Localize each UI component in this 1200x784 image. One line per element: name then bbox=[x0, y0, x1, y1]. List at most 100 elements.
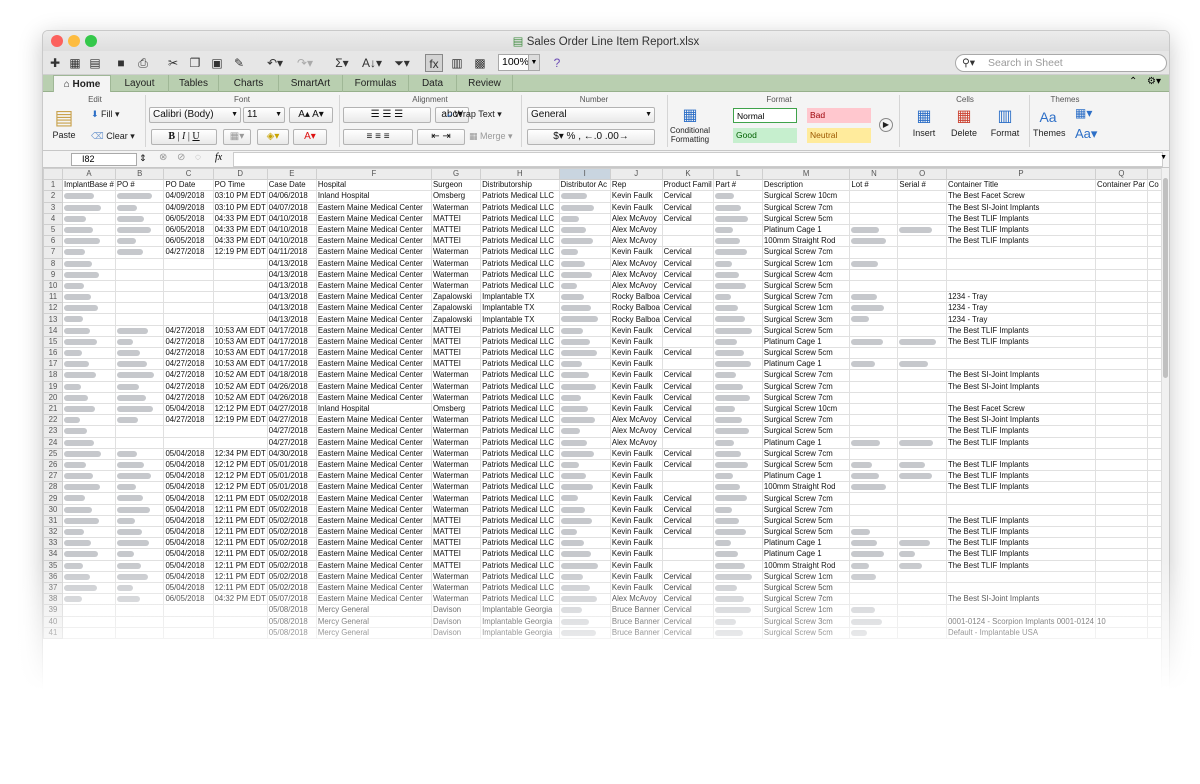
cell[interactable] bbox=[558, 335, 611, 349]
row-number[interactable]: 20 bbox=[43, 391, 64, 404]
cell[interactable] bbox=[897, 525, 947, 539]
cell[interactable]: Patriots Medical LLC bbox=[480, 391, 560, 404]
cell[interactable]: Kevin Faulk bbox=[609, 492, 663, 505]
expand-formula-icon[interactable]: ▼ bbox=[1160, 154, 1167, 161]
cell[interactable] bbox=[713, 324, 763, 337]
cell[interactable] bbox=[945, 570, 1097, 583]
cell[interactable]: Implantable Georgia bbox=[480, 615, 560, 628]
cell[interactable]: 12:12 PM EDT bbox=[212, 481, 268, 494]
cell[interactable] bbox=[558, 425, 611, 438]
cell[interactable] bbox=[114, 425, 165, 438]
cell[interactable]: 12:12 PM EDT bbox=[212, 470, 268, 483]
cell[interactable]: 05/08/2018 bbox=[266, 626, 317, 639]
cell[interactable]: Inland Hospital bbox=[315, 402, 432, 416]
cell[interactable]: 04/17/2018 bbox=[266, 358, 317, 371]
cell[interactable] bbox=[62, 391, 116, 404]
cell[interactable]: Alex McAvoy bbox=[609, 257, 663, 270]
cell[interactable] bbox=[558, 212, 611, 225]
cell[interactable] bbox=[114, 503, 165, 516]
borders-icon[interactable]: ▦▾ bbox=[223, 129, 251, 145]
cell[interactable]: Kevin Faulk bbox=[609, 503, 663, 516]
cell[interactable]: Kevin Faulk bbox=[609, 391, 663, 404]
cell[interactable] bbox=[1095, 470, 1148, 483]
row-number[interactable]: 30 bbox=[43, 503, 64, 516]
cancel-entry-icon[interactable]: ⊗ bbox=[159, 152, 167, 163]
cell[interactable]: Cervical bbox=[661, 604, 715, 617]
cell[interactable] bbox=[558, 559, 611, 572]
formula-options-icon[interactable]: ◌ bbox=[195, 152, 201, 163]
cell[interactable]: 12:11 PM EDT bbox=[212, 492, 268, 505]
cell[interactable] bbox=[849, 559, 899, 572]
cell[interactable]: Kevin Faulk bbox=[609, 346, 663, 360]
cell[interactable]: Surgical Screw 5cm bbox=[761, 458, 851, 472]
cell[interactable] bbox=[114, 414, 165, 427]
cell[interactable]: 100mm Straight Rod bbox=[761, 235, 851, 248]
cell[interactable] bbox=[1095, 335, 1148, 349]
cell[interactable]: Implantable Georgia bbox=[480, 626, 560, 639]
cell[interactable] bbox=[897, 492, 947, 505]
cell[interactable] bbox=[897, 447, 947, 460]
cell[interactable]: Eastern Maine Medical Center bbox=[315, 223, 432, 237]
cell[interactable] bbox=[713, 302, 763, 315]
row-number[interactable]: 19 bbox=[43, 380, 64, 393]
cell[interactable] bbox=[897, 537, 947, 550]
row-number[interactable]: 5 bbox=[43, 223, 64, 237]
cell[interactable] bbox=[114, 380, 165, 393]
cell[interactable]: Eastern Maine Medical Center bbox=[315, 380, 432, 393]
cell[interactable] bbox=[558, 570, 611, 583]
cell[interactable] bbox=[114, 223, 165, 237]
vertical-scrollbar[interactable] bbox=[1161, 168, 1169, 749]
cell[interactable] bbox=[713, 402, 763, 416]
cell[interactable]: Alex McAvoy bbox=[609, 223, 663, 237]
cell[interactable]: Patriots Medical LLC bbox=[480, 268, 560, 281]
cell[interactable] bbox=[62, 324, 116, 337]
cell[interactable] bbox=[1095, 358, 1148, 371]
row-number[interactable]: 39 bbox=[43, 604, 64, 617]
cell[interactable] bbox=[558, 436, 611, 449]
merge-button[interactable]: ▦ Merge ▾ bbox=[469, 131, 513, 142]
cell[interactable] bbox=[661, 537, 715, 550]
cell[interactable]: Cervical bbox=[661, 246, 715, 259]
cut-icon[interactable]: ✂ bbox=[165, 54, 181, 72]
cell[interactable] bbox=[114, 593, 165, 606]
cell[interactable]: 03:10 PM EDT bbox=[212, 201, 268, 214]
cell[interactable] bbox=[713, 481, 763, 494]
row-number[interactable]: 37 bbox=[43, 581, 64, 595]
column-title-cell[interactable]: Surgeon bbox=[430, 179, 482, 192]
cell[interactable]: 04/09/2018 bbox=[163, 201, 214, 214]
cell[interactable]: Alex McAvoy bbox=[609, 268, 663, 281]
cell[interactable] bbox=[62, 447, 116, 460]
cell[interactable] bbox=[558, 481, 611, 494]
cell[interactable] bbox=[897, 570, 947, 583]
cell[interactable] bbox=[114, 190, 165, 203]
cell[interactable] bbox=[212, 268, 268, 281]
cell[interactable] bbox=[897, 436, 947, 449]
cell[interactable] bbox=[558, 246, 611, 259]
print-icon[interactable]: ⎙ bbox=[135, 54, 151, 72]
formula-input[interactable] bbox=[233, 152, 1163, 167]
cell[interactable]: Surgical Screw 1cm bbox=[761, 604, 851, 617]
cell[interactable]: Patriots Medical LLC bbox=[480, 414, 560, 427]
undo-icon[interactable]: ↶▾ bbox=[263, 54, 287, 72]
cell[interactable] bbox=[558, 324, 611, 337]
cell[interactable]: 05/04/2018 bbox=[163, 559, 214, 572]
cell[interactable] bbox=[558, 190, 611, 203]
cell[interactable] bbox=[1095, 425, 1148, 438]
cell[interactable]: Waterman bbox=[430, 201, 482, 214]
cell[interactable] bbox=[558, 503, 611, 516]
cell[interactable] bbox=[945, 246, 1097, 259]
cell[interactable] bbox=[713, 223, 763, 237]
cell[interactable] bbox=[62, 458, 116, 472]
cell[interactable] bbox=[713, 414, 763, 427]
cell[interactable] bbox=[713, 313, 763, 326]
cell[interactable]: 05/04/2018 bbox=[163, 548, 214, 561]
cell[interactable]: 05/01/2018 bbox=[266, 470, 317, 483]
cell[interactable]: 06/05/2018 bbox=[163, 235, 214, 248]
cell[interactable] bbox=[849, 223, 899, 237]
row-number[interactable]: 41 bbox=[43, 626, 64, 639]
cell[interactable] bbox=[897, 223, 947, 237]
cell[interactable] bbox=[114, 615, 165, 628]
insert-cells-button[interactable]: ▦ Insert bbox=[905, 106, 943, 138]
style-good[interactable]: Good bbox=[733, 128, 797, 143]
media-browser-icon[interactable]: ▩ bbox=[471, 54, 489, 72]
